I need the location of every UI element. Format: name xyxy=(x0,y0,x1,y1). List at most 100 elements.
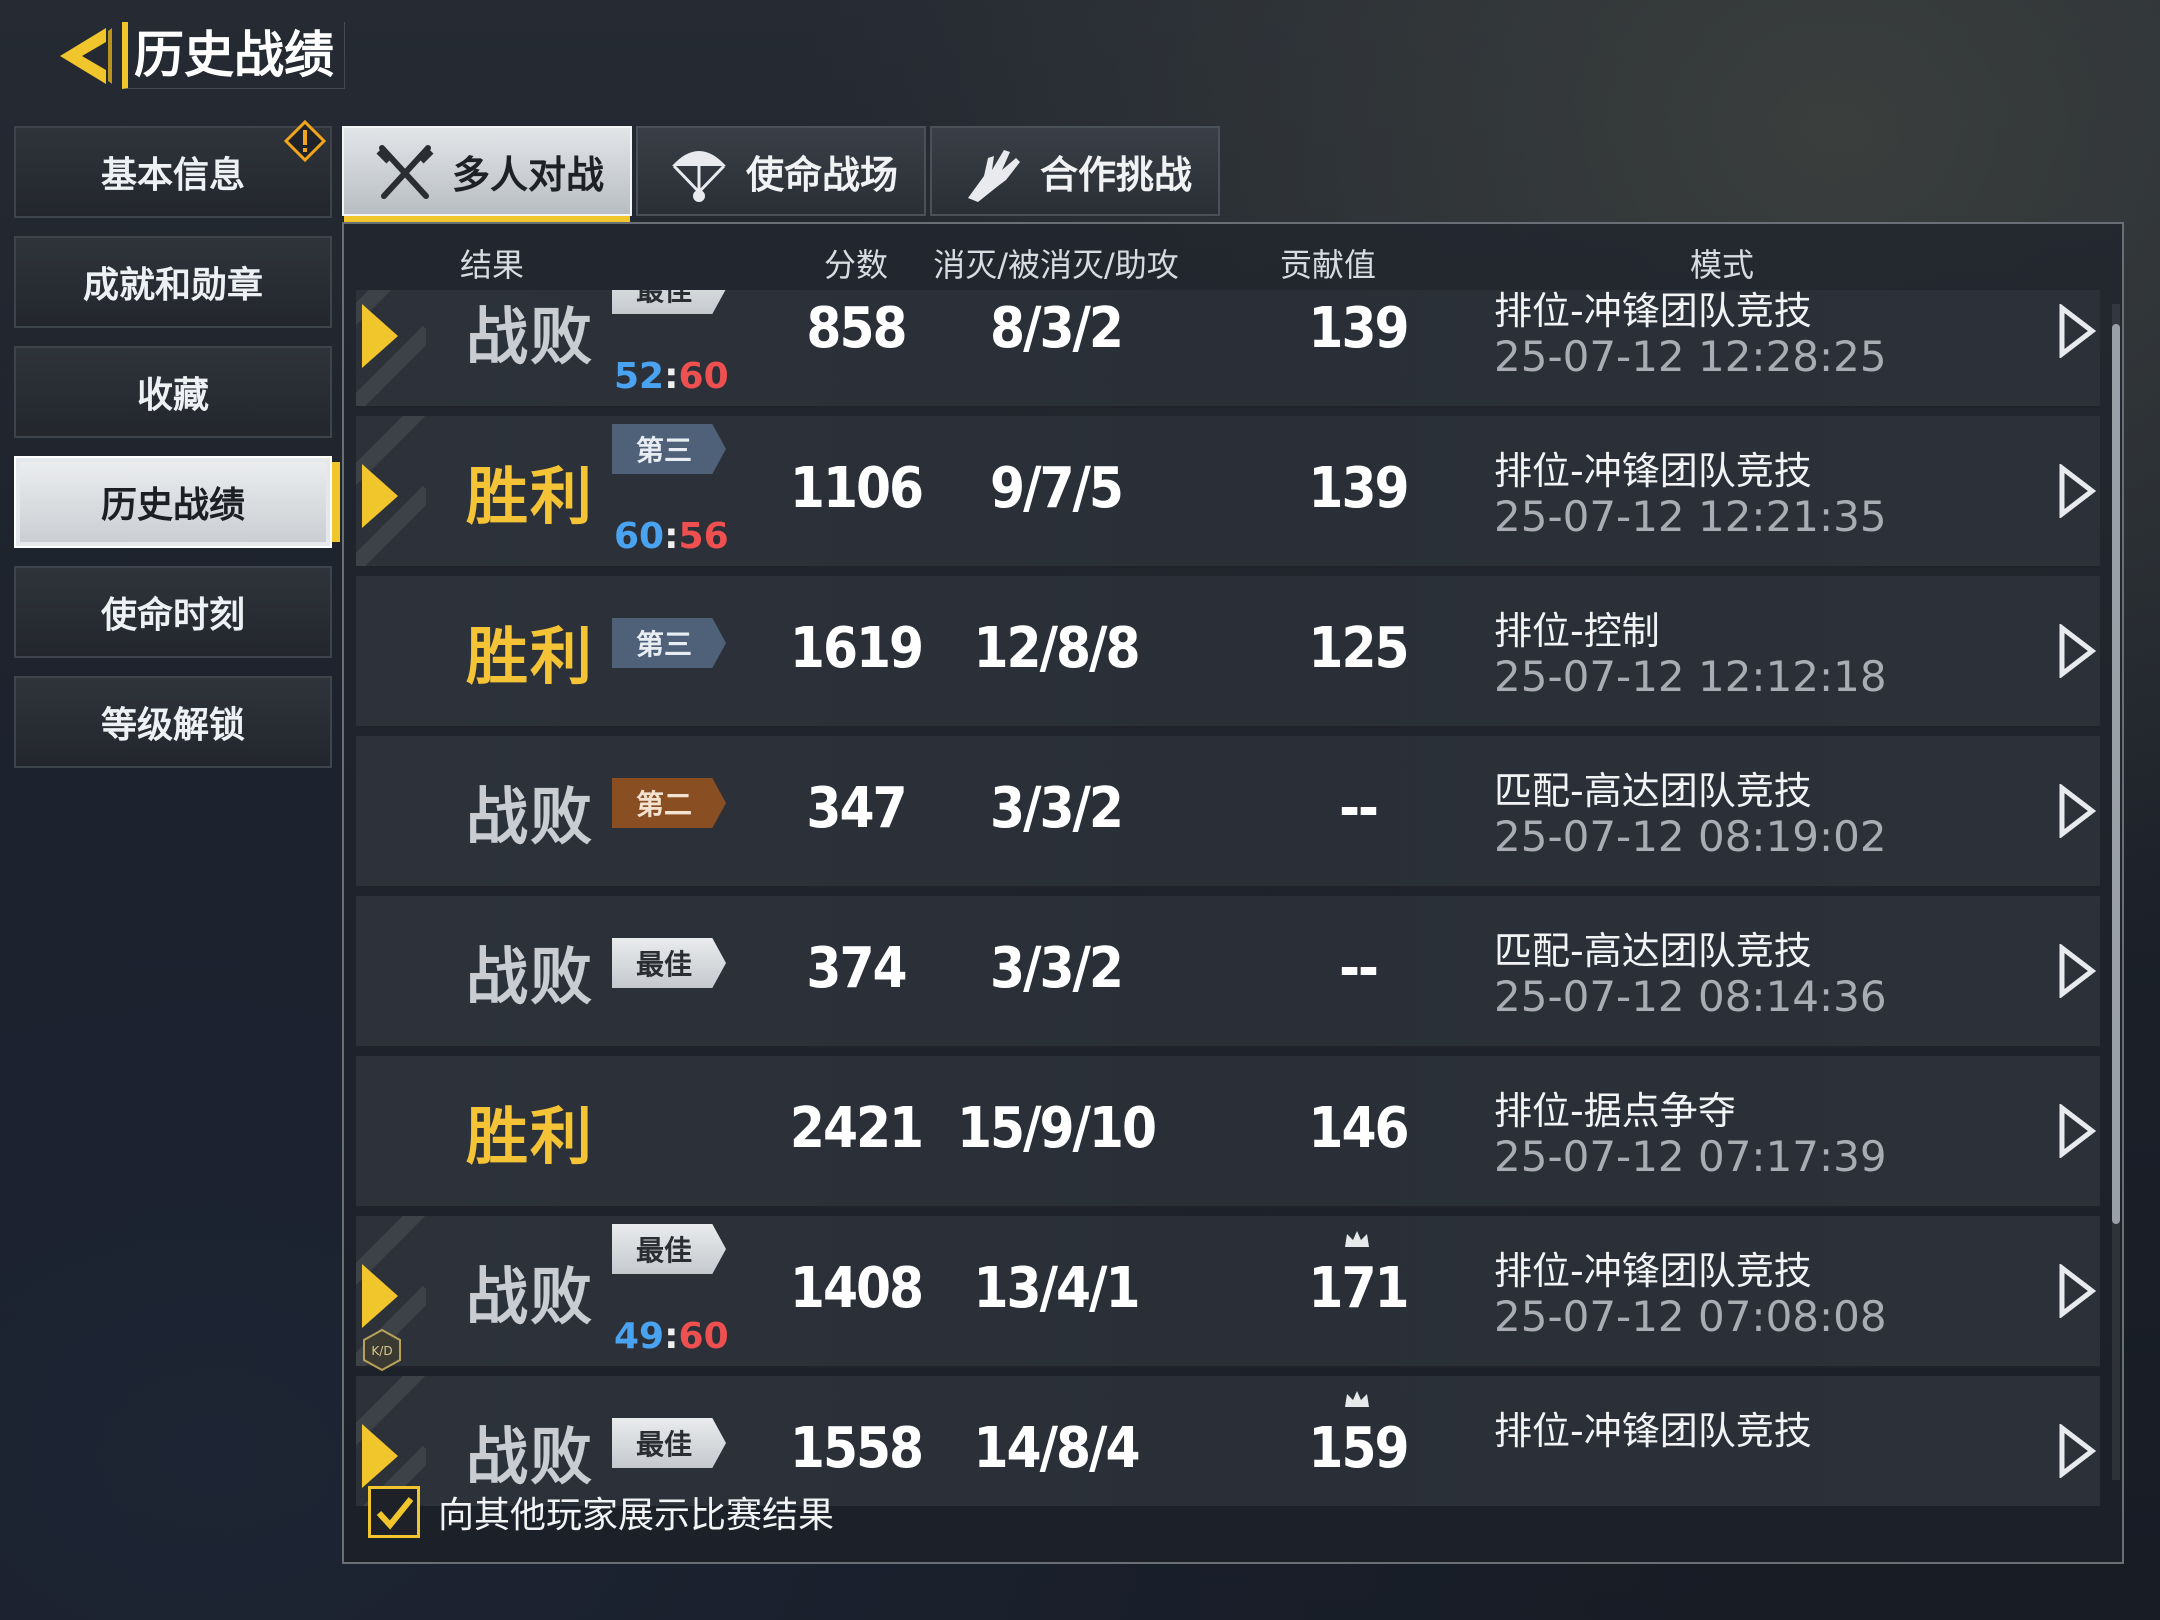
column-header-contribution: 贡献值 xyxy=(1279,246,1377,284)
match-score: 347 xyxy=(806,776,907,841)
match-contribution: 146 xyxy=(1308,1096,1409,1161)
row-expand-arrow-icon[interactable] xyxy=(2056,784,2096,838)
placement-badge-label: 最佳 xyxy=(635,290,692,307)
back-arrow-icon xyxy=(60,28,112,84)
match-row[interactable]: 胜利 第三 1619 12/8/8 125 排位-控制 25-07-12 12:12:18 xyxy=(356,576,2100,728)
match-history-panel: 结果 分数 消灭/被消灭/助攻 贡献值 模式 战败 最佳 52:60 858 8/3/2… xyxy=(342,222,2124,1564)
column-header-result: 结果 xyxy=(459,246,525,284)
match-row[interactable]: 战败 最佳 374 3/3/2 -- 匹配-高达团队竞技 25-07-12 08:14:36 xyxy=(356,896,2100,1048)
match-time: 25-07-12 12:12:18 xyxy=(1494,652,1887,701)
placement-badge: 第三 xyxy=(612,424,726,474)
tab-battle-royale[interactable]: 使命战场 xyxy=(636,126,926,216)
match-result: 战败 xyxy=(466,940,595,1013)
column-header-kda: 消灭/被消灭/助攻 xyxy=(933,246,1179,284)
sidebar-item-label: 等级解锁 xyxy=(100,705,245,746)
tab-label: 使命战场 xyxy=(745,152,898,197)
sidebar-item-match-history[interactable]: 历史战绩 xyxy=(14,456,340,548)
match-row[interactable]: 战败 最佳 52:60 858 8/3/2 139 排位-冲锋团队竞技 25-07-12 12… xyxy=(356,290,2100,408)
column-headers: 结果 分数 消灭/被消灭/助攻 贡献值 模式 xyxy=(344,230,2122,286)
match-result: 战败 xyxy=(466,300,595,373)
back-button[interactable] xyxy=(50,20,122,92)
sidebar-item-collection[interactable]: 收藏 xyxy=(14,346,332,438)
tab-multiplayer[interactable]: 多人对战 xyxy=(342,126,632,222)
team-score: 49:60 xyxy=(614,1316,729,1357)
match-time: 25-07-12 12:21:35 xyxy=(1494,492,1887,541)
match-score: 1619 xyxy=(789,616,924,681)
match-contribution: 139 xyxy=(1308,296,1409,361)
placement-badge: 最佳 xyxy=(612,290,726,314)
match-row[interactable]: 战败 第二 347 3/3/2 -- 匹配-高达团队竞技 25-07-12 08:19:02 xyxy=(356,736,2100,888)
placement-badge-label: 第二 xyxy=(635,788,692,821)
row-expand-arrow-icon[interactable] xyxy=(2056,1264,2096,1318)
match-result: 战败 xyxy=(466,1260,595,1333)
team-score-red: 60 xyxy=(678,1316,729,1357)
match-mode: 排位-冲锋团队竞技 xyxy=(1494,290,1812,333)
placement-badge: 最佳 xyxy=(612,1224,726,1274)
scrollbar-thumb[interactable] xyxy=(2112,324,2120,1224)
sidebar-item-basic-info[interactable]: 基本信息 xyxy=(14,120,332,218)
match-mode: 排位-冲锋团队竞技 xyxy=(1494,1409,1812,1453)
crossed-guns-icon xyxy=(376,145,434,199)
match-kda: 3/3/2 xyxy=(990,776,1124,841)
tab-coop-challenge[interactable]: 合作挑战 xyxy=(930,126,1220,216)
parachute-icon xyxy=(671,151,726,202)
highlight-marker-icon xyxy=(362,1424,398,1488)
match-kda: 9/7/5 xyxy=(990,456,1124,521)
match-mode: 匹配-高达团队竞技 xyxy=(1494,769,1812,813)
sidebar-item-label: 基本信息 xyxy=(100,155,245,196)
row-expand-arrow-icon[interactable] xyxy=(2056,304,2096,358)
match-kda: 8/3/2 xyxy=(990,296,1124,361)
row-expand-arrow-icon[interactable] xyxy=(2056,624,2096,678)
row-expand-arrow-icon[interactable] xyxy=(2056,944,2096,998)
match-mode: 排位-控制 xyxy=(1494,609,1660,653)
show-results-checkbox[interactable] xyxy=(368,1486,420,1538)
match-row[interactable]: K/D 战败 最佳 49:60 1408 13/4/1 171 排位-冲锋团队竞技 25-07-… xyxy=(356,1216,2100,1372)
match-row[interactable]: 胜利 第三 60:56 1106 9/7/5 139 排位-冲锋团队竞技 25-07-12 1… xyxy=(356,416,2100,568)
row-expand-arrow-icon[interactable] xyxy=(2056,464,2096,518)
match-score: 2421 xyxy=(789,1096,924,1161)
sidebar-item-level-unlocks[interactable]: 等级解锁 xyxy=(14,676,332,768)
sidebar-item-moments[interactable]: 使命时刻 xyxy=(14,566,332,658)
team-score-red: 60 xyxy=(678,356,729,397)
placement-badge-label: 第三 xyxy=(635,434,692,467)
team-score: 52:60 xyxy=(614,356,729,397)
show-results-label: 向其他玩家展示比赛结果 xyxy=(438,1495,835,1536)
match-mode: 匹配-高达团队竞技 xyxy=(1494,929,1812,973)
sidebar-item-label: 使命时刻 xyxy=(100,595,245,636)
sidebar-item-achievements[interactable]: 成就和勋章 xyxy=(14,236,332,328)
sidebar-item-label: 历史战绩 xyxy=(100,485,245,526)
match-result: 胜利 xyxy=(466,620,595,693)
highlight-marker-icon xyxy=(362,304,398,368)
match-kda: 12/8/8 xyxy=(973,616,1140,681)
placement-badge: 第三 xyxy=(612,618,726,668)
match-time: 25-07-12 08:19:02 xyxy=(1494,812,1887,861)
placement-badge-label: 最佳 xyxy=(635,1234,692,1267)
placement-badge: 第二 xyxy=(612,778,726,828)
match-result: 胜利 xyxy=(466,1100,595,1173)
match-row[interactable]: 胜利 2421 15/9/10 146 排位-据点争夺 25-07-12 07:17:39 xyxy=(356,1056,2100,1208)
match-contribution: 139 xyxy=(1308,456,1409,521)
scrollbar[interactable] xyxy=(2112,304,2120,1480)
match-list[interactable]: 战败 最佳 52:60 858 8/3/2 139 排位-冲锋团队竞技 25-07-12 12… xyxy=(356,290,2108,1506)
row-expand-arrow-icon[interactable] xyxy=(2056,1104,2096,1158)
placement-badge: 最佳 xyxy=(612,938,726,988)
column-header-score: 分数 xyxy=(823,246,889,284)
tab-label: 合作挑战 xyxy=(1039,152,1192,197)
crown-icon xyxy=(1345,1391,1369,1407)
show-results-option[interactable]: 向其他玩家展示比赛结果 xyxy=(368,1486,834,1538)
row-expand-arrow-icon[interactable] xyxy=(2056,1424,2096,1478)
match-kda: 3/3/2 xyxy=(990,936,1124,1001)
tab-label: 多人对战 xyxy=(451,152,604,197)
match-contribution: -- xyxy=(1339,936,1379,1001)
placement-badge-label: 最佳 xyxy=(635,1428,692,1461)
crown-icon xyxy=(1345,1231,1369,1247)
page-title: 历史战绩 xyxy=(122,22,345,89)
zombie-hand-icon xyxy=(967,150,1020,202)
match-time: 25-07-12 12:28:25 xyxy=(1494,332,1887,381)
match-kda: 14/8/4 xyxy=(973,1416,1140,1481)
match-mode: 排位-据点争夺 xyxy=(1494,1089,1736,1133)
team-score-blue: 60 xyxy=(614,516,665,557)
match-time: 25-07-12 08:14:36 xyxy=(1494,972,1887,1021)
team-score-red: 56 xyxy=(678,516,729,557)
team-score-blue: 49 xyxy=(614,1316,665,1357)
